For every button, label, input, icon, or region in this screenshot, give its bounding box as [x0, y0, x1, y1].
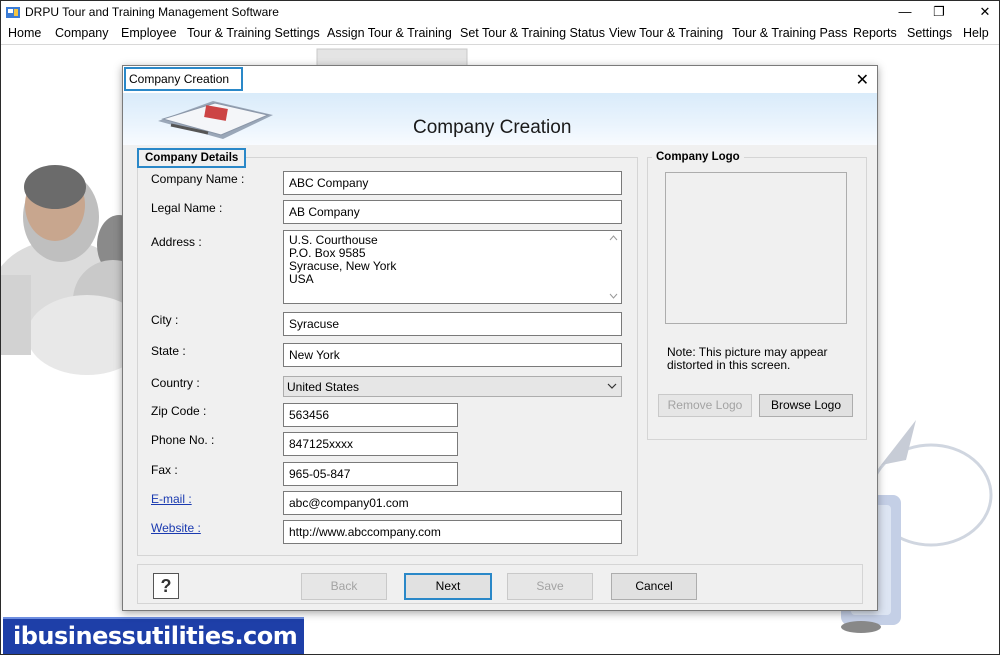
scroll-arrows-icon [609, 235, 618, 299]
save-button[interactable]: Save [507, 573, 593, 600]
address-field[interactable]: U.S. Courthouse P.O. Box 9585 Syracuse, … [283, 230, 622, 304]
menu-bar: Home Company Employee Tour & Training Se… [1, 23, 999, 45]
back-button[interactable]: Back [301, 573, 387, 600]
maximize-button[interactable]: ❐ [916, 1, 962, 23]
menu-settings[interactable]: Settings [907, 26, 952, 40]
legal-name-label: Legal Name : [151, 201, 223, 215]
address-scrollbar[interactable] [607, 232, 620, 302]
dialog-title: Company Creation [124, 67, 244, 91]
company-name-field[interactable]: ABC Company [283, 171, 622, 195]
dialog-header-title: Company Creation [413, 117, 572, 138]
watermark-text: ibusinessutilities.com [13, 622, 298, 650]
menu-tour-training-pass[interactable]: Tour & Training Pass [732, 26, 847, 40]
dialog-title-bar: Company Creation ✕ [123, 66, 877, 93]
email-link[interactable]: E-mail : [151, 492, 192, 506]
company-name-label: Company Name : [151, 172, 245, 186]
cancel-button[interactable]: Cancel [611, 573, 697, 600]
notebook-icon [158, 101, 273, 139]
legal-name-field[interactable]: AB Company [283, 200, 622, 224]
logo-preview [665, 172, 847, 324]
menu-reports[interactable]: Reports [853, 26, 897, 40]
website-field[interactable]: http://www.abccompany.com [283, 520, 622, 544]
city-label: City : [151, 313, 179, 327]
address-label: Address : [151, 235, 202, 249]
app-title: DRPU Tour and Training Management Softwa… [25, 5, 279, 19]
chevron-down-icon [607, 383, 617, 389]
phone-label: Phone No. : [151, 433, 215, 447]
country-value: United States [287, 380, 360, 394]
state-label: State : [151, 344, 186, 358]
city-field[interactable]: Syracuse [283, 312, 622, 336]
zip-code-label: Zip Code : [151, 404, 207, 418]
menu-assign-tour-training[interactable]: Assign Tour & Training [327, 26, 452, 40]
fax-field[interactable]: 965-05-847 [283, 462, 458, 486]
zip-code-field[interactable]: 563456 [283, 403, 458, 427]
company-details-label: Company Details [137, 148, 247, 168]
phone-field[interactable]: 847125xxxx [283, 432, 458, 456]
menu-help[interactable]: Help [963, 26, 989, 40]
button-panel [137, 564, 863, 604]
menu-home[interactable]: Home [8, 26, 41, 40]
company-logo-label: Company Logo [652, 150, 744, 164]
browse-logo-button[interactable]: Browse Logo [759, 394, 853, 417]
menu-view-tour-training[interactable]: View Tour & Training [609, 26, 723, 40]
logo-note: Note: This picture may appear distorted … [667, 345, 828, 372]
country-select[interactable]: United States [283, 376, 622, 397]
country-label: Country : [151, 376, 200, 390]
title-bar: DRPU Tour and Training Management Softwa… [1, 1, 999, 23]
menu-tour-training-settings[interactable]: Tour & Training Settings [187, 26, 320, 40]
app-icon [6, 7, 20, 18]
dialog-header: Company Creation [123, 93, 877, 145]
help-icon[interactable]: ? [153, 573, 179, 599]
dialog-close-button[interactable]: ✕ [856, 70, 869, 90]
watermark-banner: ibusinessutilities.com [3, 617, 304, 654]
menu-set-tour-training-status[interactable]: Set Tour & Training Status [460, 26, 605, 40]
menu-company[interactable]: Company [55, 26, 109, 40]
menu-employee[interactable]: Employee [121, 26, 177, 40]
state-field[interactable]: New York [283, 343, 622, 367]
email-field[interactable]: abc@company01.com [283, 491, 622, 515]
fax-label: Fax : [151, 463, 178, 477]
next-button[interactable]: Next [404, 573, 492, 600]
close-button[interactable]: ✕ [962, 1, 999, 23]
company-creation-dialog: Company Creation ✕ Company Creation Comp… [122, 65, 878, 611]
remove-logo-button[interactable]: Remove Logo [658, 394, 752, 417]
website-link[interactable]: Website : [151, 521, 201, 535]
